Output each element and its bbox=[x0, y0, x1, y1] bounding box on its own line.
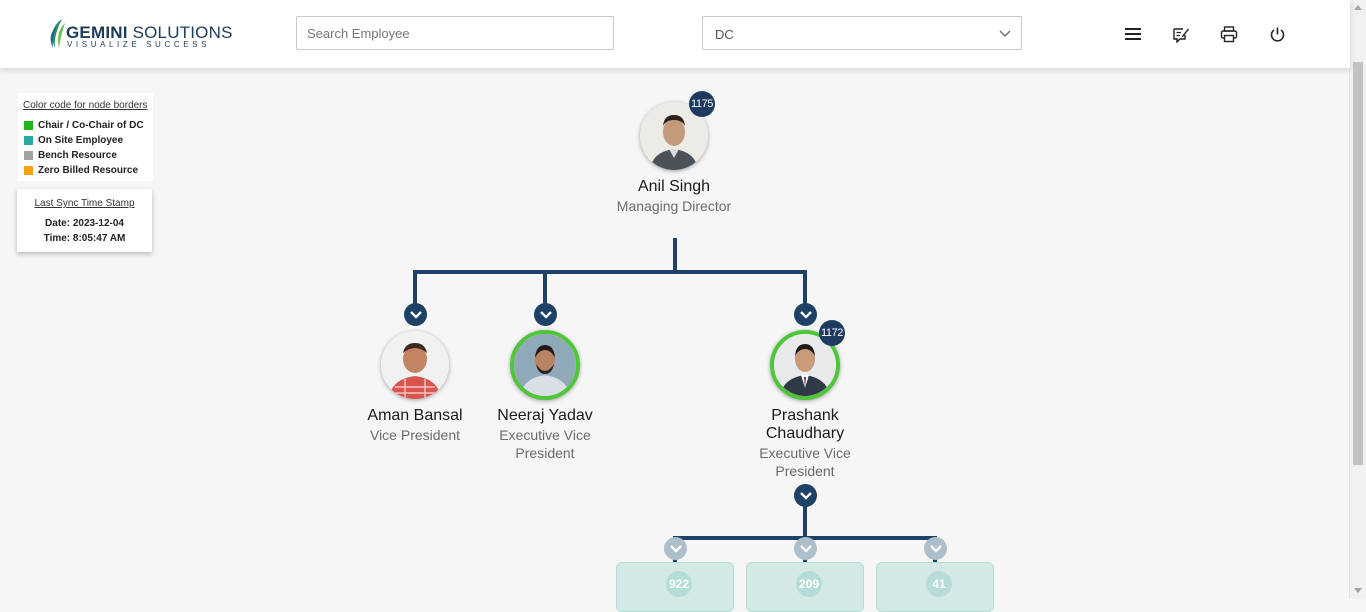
team-count-badge: 41 bbox=[926, 571, 952, 597]
top-header: GEMINI SOLUTIONS VISUALIZE SUCCESS DC bbox=[0, 0, 1350, 68]
print-icon[interactable] bbox=[1219, 24, 1239, 44]
scroll-up-arrow-icon[interactable] bbox=[1354, 5, 1362, 10]
expand-toggle[interactable] bbox=[664, 537, 687, 560]
chevron-down-icon bbox=[929, 544, 942, 553]
chevron-down-icon bbox=[799, 491, 812, 500]
team-count-badge: 922 bbox=[666, 571, 692, 597]
team-count-badge: 1172 bbox=[819, 320, 845, 346]
chevron-down-icon bbox=[409, 310, 422, 319]
employee-name: Neeraj Yadav bbox=[497, 407, 593, 424]
search-employee-input[interactable] bbox=[296, 16, 614, 50]
logo-leaf-icon bbox=[50, 19, 65, 48]
department-select-value: DC bbox=[715, 27, 734, 42]
expand-toggle-aman-bansal[interactable] bbox=[404, 303, 427, 326]
department-select[interactable]: DC bbox=[702, 16, 1022, 50]
chevron-down-icon bbox=[999, 30, 1011, 37]
expand-toggle[interactable] bbox=[794, 537, 817, 560]
employee-name: Anil Singh bbox=[637, 178, 711, 195]
employee-title: Executive Vice President bbox=[759, 445, 851, 479]
employee-title: Executive Vice President bbox=[499, 427, 591, 461]
employee-title: Vice President bbox=[369, 427, 460, 443]
vertical-scrollbar[interactable] bbox=[1349, 0, 1366, 599]
org-chart: 1175 Anil Singh Managing Director Aman B… bbox=[0, 0, 1350, 612]
org-connectors bbox=[413, 238, 937, 568]
chevron-down-icon bbox=[799, 544, 812, 553]
employee-title: Managing Director bbox=[616, 198, 732, 214]
team-count-badge: 209 bbox=[796, 571, 822, 597]
power-icon[interactable] bbox=[1267, 24, 1287, 44]
chevron-down-icon bbox=[539, 310, 552, 319]
scroll-down-arrow-icon[interactable] bbox=[1354, 588, 1362, 593]
company-logo[interactable]: GEMINI SOLUTIONS VISUALIZE SUCCESS bbox=[48, 18, 232, 50]
logo-tagline: VISUALIZE SUCCESS bbox=[67, 40, 211, 49]
expand-toggle-neeraj-yadav[interactable] bbox=[534, 303, 557, 326]
expand-toggle-prashank-chaudhary[interactable] bbox=[794, 303, 817, 326]
chevron-down-icon bbox=[799, 310, 812, 319]
employee-name: Prashank Chaudhary bbox=[765, 407, 845, 442]
expand-toggle-prashank-reports[interactable] bbox=[794, 484, 817, 507]
chevron-down-icon bbox=[669, 544, 682, 553]
team-count-badge: 1175 bbox=[689, 91, 715, 117]
scrollbar-thumb[interactable] bbox=[1353, 62, 1363, 465]
avatar-neeraj-yadav[interactable] bbox=[510, 330, 580, 400]
menu-icon[interactable] bbox=[1123, 24, 1143, 44]
avatar-aman-bansal[interactable] bbox=[381, 331, 449, 399]
expand-toggle[interactable] bbox=[924, 537, 947, 560]
feedback-edit-icon[interactable] bbox=[1171, 24, 1191, 44]
